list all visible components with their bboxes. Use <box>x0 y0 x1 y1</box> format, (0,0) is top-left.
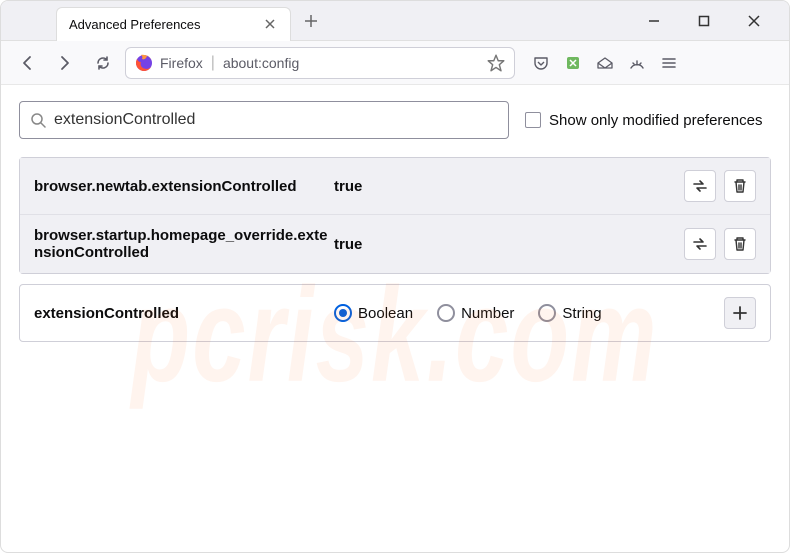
search-box[interactable] <box>19 101 509 139</box>
urlbar-text: about:config <box>223 55 486 71</box>
add-preference-row: extensionControlled Boolean Number Strin… <box>19 284 771 342</box>
bookmark-star-icon[interactable] <box>486 53 506 73</box>
preference-name: browser.startup.homepage_override.extens… <box>34 227 334 261</box>
checkbox-icon <box>525 112 541 128</box>
pocket-icon[interactable] <box>531 53 551 73</box>
radio-icon <box>334 304 352 322</box>
preference-value: true <box>334 178 684 195</box>
preference-table: browser.newtab.extensionControlled true … <box>19 157 771 274</box>
firefox-icon <box>134 53 154 73</box>
preference-row: browser.startup.homepage_override.extens… <box>20 215 770 273</box>
new-tab-button[interactable] <box>295 5 327 37</box>
close-window-button[interactable] <box>739 6 769 36</box>
titlebar: Advanced Preferences <box>1 1 789 41</box>
tab-close-button[interactable] <box>262 16 278 32</box>
dashboard-icon[interactable] <box>627 53 647 73</box>
forward-button[interactable] <box>49 47 81 79</box>
urlbar-separator: | <box>211 54 215 72</box>
type-radio-group: Boolean Number String <box>334 304 724 322</box>
delete-button[interactable] <box>724 228 756 260</box>
delete-button[interactable] <box>724 170 756 202</box>
radio-number[interactable]: Number <box>437 304 514 322</box>
content: Show only modified preferences browser.n… <box>1 85 789 358</box>
preference-name: browser.newtab.extensionControlled <box>34 178 334 195</box>
radio-icon <box>538 304 556 322</box>
toggle-button[interactable] <box>684 170 716 202</box>
show-modified-checkbox[interactable]: Show only modified preferences <box>525 112 762 129</box>
browser-tab[interactable]: Advanced Preferences <box>56 7 291 41</box>
checkbox-label-text: Show only modified preferences <box>549 112 762 129</box>
radio-icon <box>437 304 455 322</box>
preference-value: true <box>334 236 684 253</box>
add-button[interactable] <box>724 297 756 329</box>
radio-string[interactable]: String <box>538 304 601 322</box>
maximize-button[interactable] <box>689 6 719 36</box>
reload-button[interactable] <box>87 47 119 79</box>
preference-row: browser.newtab.extensionControlled true <box>20 158 770 215</box>
urlbar-brand: Firefox <box>160 55 203 71</box>
search-input[interactable] <box>54 111 498 129</box>
mail-icon[interactable] <box>595 53 615 73</box>
radio-boolean[interactable]: Boolean <box>334 304 413 322</box>
add-preference-name: extensionControlled <box>34 305 334 322</box>
minimize-button[interactable] <box>639 6 669 36</box>
tab-title: Advanced Preferences <box>69 17 262 32</box>
menu-icon[interactable] <box>659 53 679 73</box>
toggle-button[interactable] <box>684 228 716 260</box>
url-bar[interactable]: Firefox | about:config <box>125 47 515 79</box>
toolbar: Firefox | about:config <box>1 41 789 85</box>
back-button[interactable] <box>11 47 43 79</box>
search-icon <box>30 112 46 128</box>
extension-icon[interactable] <box>563 53 583 73</box>
